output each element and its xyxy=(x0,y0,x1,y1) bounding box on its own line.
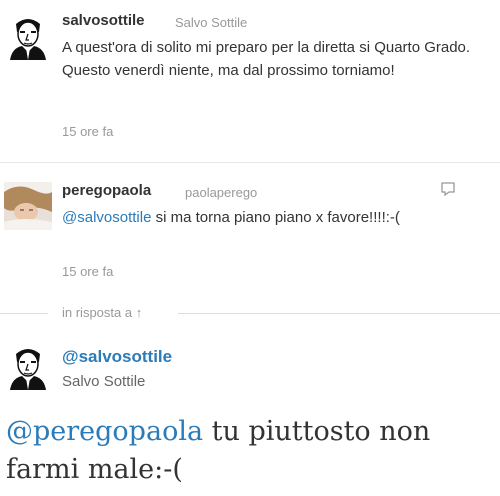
separator-left xyxy=(0,313,48,314)
avatar-image xyxy=(4,342,52,390)
avatar-salvosottile[interactable] xyxy=(4,12,52,60)
fullname[interactable]: Salvo Sottile xyxy=(175,15,247,30)
username[interactable]: salvosottile xyxy=(62,12,145,29)
tweet-text: @salvosottile si ma torna piano piano x … xyxy=(62,206,422,229)
separator-right xyxy=(178,313,500,314)
main-handle[interactable]: @salvosottile xyxy=(62,347,172,367)
avatar-image xyxy=(4,182,52,230)
mention-link[interactable]: @peregopaola xyxy=(6,416,203,447)
avatar-peregopaola[interactable] xyxy=(4,182,52,230)
reply-icon[interactable] xyxy=(439,180,457,198)
main-tweet: @salvosottile Salvo Sottile @peregopaola… xyxy=(0,325,500,496)
tweet-salvosottile: salvosottile Salvo Sottile A quest'ora d… xyxy=(0,0,500,150)
avatar-salvosottile[interactable] xyxy=(4,342,52,390)
tweet-text: A quest'ora di solito mi preparo per la … xyxy=(62,39,471,79)
username[interactable]: peregopaola xyxy=(62,182,151,199)
tweet-text-body: si ma torna piano piano x favore!!!!:-( xyxy=(151,209,400,226)
main-fullname[interactable]: Salvo Sottile xyxy=(62,373,145,390)
avatar-image xyxy=(4,12,52,60)
fullname[interactable]: paolaperego xyxy=(185,185,257,200)
main-tweet-text: @peregopaola tu piuttosto non farmi male… xyxy=(6,413,486,489)
in-reply-to-label[interactable]: in risposta a ↑ xyxy=(62,305,142,320)
timestamp[interactable]: 15 ore fa xyxy=(62,264,113,279)
timestamp[interactable]: 15 ore fa xyxy=(62,124,113,139)
tweet-peregopaola: peregopaola paolaperego @salvosottile si… xyxy=(0,163,500,303)
mention-link[interactable]: @salvosottile xyxy=(62,209,151,226)
